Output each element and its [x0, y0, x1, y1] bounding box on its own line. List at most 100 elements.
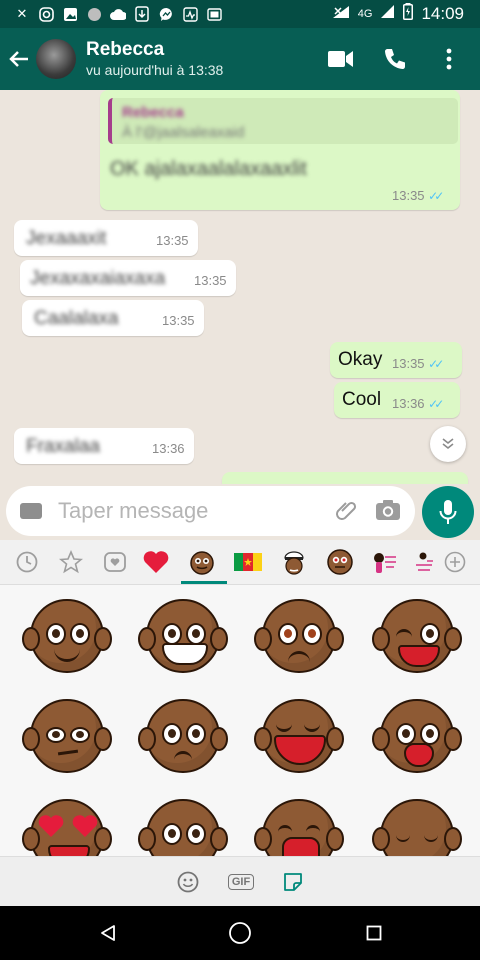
message-bubble-incoming[interactable]: Jexaxaxaiaxaxa 13:35 [20, 260, 236, 296]
back-arrow-icon [9, 51, 28, 67]
saved-tab[interactable] [101, 548, 129, 576]
message-bubble-incoming[interactable]: Caalalaxa 13:35 [22, 300, 204, 336]
sailor-sticker-tab[interactable] [280, 548, 308, 576]
sticker-smiling-face[interactable] [22, 599, 112, 673]
message-text: Cool [342, 389, 382, 410]
message-time: 13:36 ✓✓ [392, 396, 444, 411]
battery-icon [403, 3, 414, 25]
selected-tab-indicator [181, 581, 227, 584]
gif-tab-button[interactable]: GIF [227, 870, 255, 894]
nav-recents-button[interactable] [361, 920, 387, 946]
pink-sticker-tab-1[interactable] [370, 548, 398, 576]
pink-sticker-tab-2[interactable] [410, 548, 438, 576]
message-time: 13:35 ✓✓ [392, 188, 444, 203]
nav-home-button[interactable] [227, 920, 253, 946]
message-text: Jexaaaxit [26, 228, 107, 249]
scroll-to-bottom-button[interactable] [430, 426, 466, 462]
sticker-neutral-face[interactable] [138, 799, 228, 856]
pink-sticker-icon [374, 553, 396, 573]
face-sticker-icon [190, 551, 214, 575]
camera-button[interactable] [375, 499, 401, 526]
video-call-button[interactable] [328, 46, 354, 72]
message-text: Okay [338, 349, 383, 370]
keyboard-icon[interactable] [20, 503, 42, 519]
emoji-tab-button[interactable] [176, 870, 200, 894]
sticker-wink-laugh[interactable] [372, 599, 462, 673]
nav-back-button[interactable] [95, 920, 121, 946]
voice-message-button[interactable] [422, 486, 474, 538]
double-chevron-down-icon [442, 438, 454, 450]
cameroon-sticker-tab[interactable] [234, 548, 262, 576]
sticker-big-grin[interactable] [138, 599, 228, 673]
cross-icon: ✕ [16, 6, 28, 21]
cameroon-flag-icon [234, 553, 262, 571]
message-time: 13:36 [152, 441, 185, 456]
message-bubble-incoming[interactable]: Fraxalaa 13:36 [14, 428, 194, 464]
sticker-grid [0, 585, 480, 856]
contact-name: Rebecca [86, 39, 165, 60]
voice-call-button[interactable] [382, 46, 408, 72]
message-bubble-outgoing[interactable]: Okay 13:35 ✓✓ [330, 342, 462, 378]
screen-icon [206, 6, 222, 22]
pink-text-sticker-icon [416, 552, 433, 571]
composer-bar: Taper message [0, 484, 480, 540]
instagram-icon [38, 6, 54, 22]
message-bubble-outgoing[interactable]: Cool 13:36 ✓✓ [334, 382, 460, 418]
read-receipt-icon: ✓✓ [428, 189, 444, 203]
message-input[interactable]: Taper message [6, 486, 415, 536]
cloud-icon [110, 6, 126, 22]
circle-icon [86, 6, 102, 22]
nav-home-icon [229, 922, 251, 944]
contact-info[interactable]: Rebecca vu aujourd'hui à 13:38 [86, 39, 223, 79]
download-icon [134, 6, 150, 22]
signal-icon [380, 4, 395, 24]
wifi-off-icon [332, 4, 350, 24]
sticker-crying-face[interactable] [254, 799, 344, 856]
heart-sticker-tab[interactable] [142, 548, 170, 576]
messenger-icon [158, 6, 174, 22]
add-sticker-pack-icon [444, 551, 466, 573]
quoted-message[interactable]: Rebecca À l'@jaalsaleaxaid [108, 98, 458, 144]
read-receipt-icon: ✓✓ [428, 397, 444, 411]
clock: 14:09 [421, 4, 464, 23]
favorites-icon [59, 550, 83, 574]
favorites-tab[interactable] [57, 548, 85, 576]
activity-icon [182, 6, 198, 22]
avatar[interactable] [36, 39, 76, 79]
gif-label: GIF [227, 874, 255, 890]
message-text: Jexaxaxaiaxaxa [30, 268, 166, 289]
message-placeholder: Taper message [58, 498, 209, 523]
status-bar: ✕ 4G 14:09 [0, 0, 480, 28]
chat-header: Rebecca vu aujourd'hui à 13:38 [0, 28, 480, 90]
message-bubble-incoming[interactable]: Jexaaaxit 13:35 [14, 220, 198, 256]
phone-icon [385, 49, 405, 69]
add-sticker-pack-button[interactable] [441, 548, 469, 576]
message-bubble-outgoing[interactable]: Rebecca À l'@jaalsaleaxaid OK ajalaxaala… [100, 90, 460, 210]
message-text: Fraxalaa [26, 436, 100, 457]
sticker-shocked-face[interactable] [372, 699, 462, 773]
sticker-tab-button[interactable] [281, 870, 305, 894]
more-options-button[interactable] [436, 46, 462, 72]
sticker-sad-face[interactable] [254, 599, 344, 673]
message-text: Caalalaxa [34, 308, 119, 329]
network-type: 4G [357, 8, 373, 20]
image-icon [62, 6, 78, 22]
recent-tab[interactable] [13, 548, 41, 576]
message-time: 13:35 [156, 233, 189, 248]
sticker-heart-eyes[interactable] [22, 799, 112, 856]
face-sticker-tab[interactable] [188, 548, 216, 576]
sticker-laughing-tears[interactable] [254, 699, 344, 773]
message-list[interactable]: Rebecca À l'@jaalsaleaxaid OK ajalaxaala… [0, 90, 480, 486]
message-time: 13:35 [194, 273, 227, 288]
emoji-icon [177, 871, 199, 893]
afro-sticker-icon [327, 549, 353, 575]
back-button[interactable] [2, 28, 36, 90]
recent-icon [16, 551, 38, 573]
sticker-worried-face[interactable] [138, 699, 228, 773]
afro-sticker-tab[interactable] [326, 548, 354, 576]
sticker-sleepy-face[interactable] [372, 799, 462, 856]
heart-icon [143, 551, 169, 573]
last-seen-status: vu aujourd'hui à 13:38 [86, 62, 224, 78]
sticker-skeptical-face[interactable] [22, 699, 112, 773]
attach-button[interactable] [335, 498, 359, 528]
